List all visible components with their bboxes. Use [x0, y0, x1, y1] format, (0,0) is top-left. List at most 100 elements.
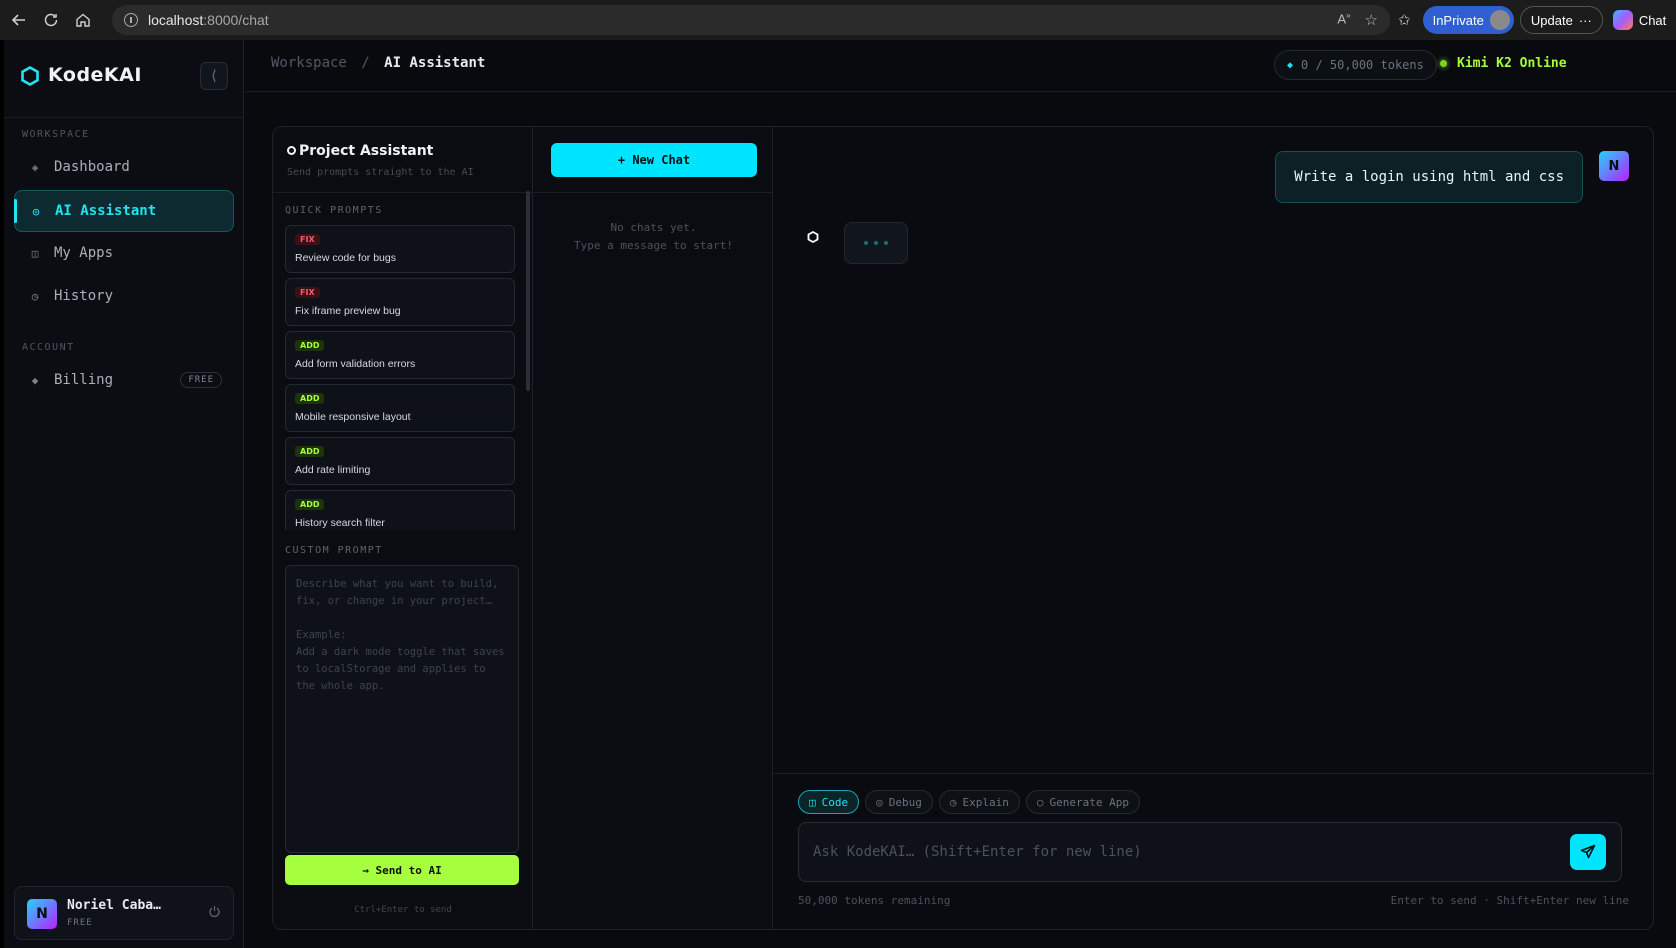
custom-prompt-label: CUSTOM PROMPT	[285, 545, 383, 556]
back-icon[interactable]	[6, 7, 32, 33]
project-assistant-column: Project Assistant Send prompts straight …	[273, 127, 533, 929]
home-icon[interactable]	[70, 7, 96, 33]
send-to-ai-button[interactable]: → Send to AI	[285, 855, 519, 885]
typing-dot	[884, 241, 888, 245]
user-name: Noriel Caba…	[67, 898, 161, 913]
keyboard-hint: Enter to send · Shift+Enter new line	[1390, 894, 1629, 907]
nav-label: Billing	[54, 372, 114, 388]
tokens-remaining: 50,000 tokens remaining	[798, 894, 951, 907]
user-message-avatar: N	[1599, 151, 1629, 181]
favorite-star-icon[interactable]: ☆	[1365, 11, 1378, 29]
fix-tag: FIX	[295, 287, 320, 298]
quick-prompt-item[interactable]: FIX Fix iframe preview bug	[285, 278, 515, 326]
generate-icon: ○	[1036, 795, 1044, 809]
sidebar: KodeKAI ⟨ WORKSPACE ◈ Dashboard ◎ AI Ass…	[4, 40, 244, 948]
clock-icon: ◷	[31, 289, 39, 303]
quick-prompt-item[interactable]: ADD Add form validation errors	[285, 331, 515, 379]
typing-indicator	[844, 222, 908, 264]
code-icon: ◫	[809, 795, 816, 809]
add-tag: ADD	[295, 340, 325, 351]
custom-prompt-textarea[interactable]	[285, 565, 519, 853]
url-host: localhost	[148, 12, 204, 28]
ask-input[interactable]	[813, 823, 1533, 881]
nav-history[interactable]: ◷ History	[14, 275, 234, 317]
logo-row: KodeKAI ⟨	[4, 40, 244, 118]
add-tag: ADD	[295, 393, 325, 404]
empty-line-1: No chats yet.	[610, 221, 697, 234]
nav-ai-assistant[interactable]: ◎ AI Assistant	[14, 190, 234, 232]
breadcrumb-root[interactable]: Workspace	[271, 55, 347, 71]
add-tag: ADD	[295, 446, 325, 457]
quick-prompt-text: Fix iframe preview bug	[295, 305, 401, 317]
nav-billing[interactable]: ◆ Billing FREE	[14, 359, 234, 401]
more-icon: ···	[1578, 12, 1592, 28]
reload-icon[interactable]	[38, 7, 64, 33]
send-paper-plane-icon	[1580, 844, 1596, 859]
nav-label: History	[54, 288, 114, 304]
conversation-column: Write a login using html and css N ◫ Cod…	[774, 127, 1653, 929]
add-tag: ADD	[295, 499, 325, 510]
model-status: Kimi K2 Online	[1440, 56, 1567, 71]
topbar: Workspace / AI Assistant ◆ 0 / 50,000 to…	[245, 40, 1676, 92]
title-text: Project Assistant	[299, 143, 434, 159]
mode-generate-app-button[interactable]: ○ Generate App	[1025, 790, 1140, 814]
address-bar[interactable]: localhost:8000/chat A» ☆	[112, 5, 1390, 35]
empty-line-2: Type a message to start!	[574, 239, 733, 252]
user-card[interactable]: N Noriel Caba… FREE	[14, 886, 234, 940]
quick-prompts-label: QUICK PROMPTS	[285, 205, 383, 216]
quick-prompts-list[interactable]: FIX Review code for bugs FIX Fix iframe …	[285, 225, 515, 530]
copilot-chat-button[interactable]: Chat	[1609, 10, 1670, 30]
mode-code-button[interactable]: ◫ Code	[798, 790, 860, 814]
site-info-icon[interactable]	[124, 13, 138, 27]
breadcrumb: Workspace / AI Assistant	[271, 55, 485, 71]
ai-target-icon: ◎	[32, 204, 40, 218]
quick-prompt-item[interactable]: ADD History search filter	[285, 490, 515, 530]
mode-label: Explain	[962, 795, 1009, 809]
user-plan: FREE	[67, 918, 93, 928]
inprivate-button[interactable]: InPrivate	[1422, 6, 1514, 34]
browser-toolbar: localhost:8000/chat A» ☆ ✩ InPrivate Upd…	[0, 0, 1676, 40]
plan-badge: FREE	[180, 372, 222, 388]
send-message-button[interactable]	[1570, 834, 1606, 870]
nav-my-apps[interactable]: ◫ My Apps	[14, 232, 234, 274]
logout-power-icon[interactable]	[208, 905, 221, 922]
quick-prompt-item[interactable]: FIX Review code for bugs	[285, 225, 515, 273]
project-assistant-subtitle: Send prompts straight to the AI	[287, 167, 474, 178]
read-aloud-icon[interactable]: A»	[1337, 11, 1350, 29]
chats-column: + New Chat No chats yet. Type a message …	[534, 127, 773, 929]
chats-header: + New Chat	[534, 127, 773, 193]
inprivate-label: InPrivate	[1432, 12, 1484, 28]
breadcrumb-separator: /	[361, 55, 370, 71]
mode-debug-button[interactable]: ◎ Debug	[865, 790, 933, 814]
favorites-icon[interactable]: ✩	[1398, 11, 1411, 29]
project-assistant-title: Project Assistant	[287, 143, 433, 159]
fix-tag: FIX	[295, 234, 320, 245]
mode-explain-button[interactable]: ◷ Explain	[938, 790, 1020, 814]
profile-avatar	[1489, 10, 1510, 30]
update-button[interactable]: Update ···	[1519, 6, 1603, 34]
chat-label: Chat	[1638, 12, 1667, 28]
quick-prompt-item[interactable]: ADD Mobile responsive layout	[285, 384, 515, 432]
token-diamond-icon: ◆	[1287, 59, 1294, 71]
quick-prompt-text: Add rate limiting	[295, 464, 371, 476]
url-path: :8000/chat	[203, 12, 269, 28]
ask-input-box	[798, 822, 1622, 882]
quick-prompt-text: Add form validation errors	[295, 358, 416, 370]
assistant-hexagon-icon	[807, 231, 819, 243]
user-message-bubble: Write a login using html and css	[1275, 151, 1583, 203]
nav-dashboard[interactable]: ◈ Dashboard	[14, 146, 234, 188]
new-chat-button[interactable]: + New Chat	[551, 143, 757, 177]
mode-label: Generate App	[1049, 795, 1129, 809]
message-composer: ◫ Code ◎ Debug ◷ Explain ○ Generate App	[774, 773, 1653, 929]
apps-icon: ◫	[31, 246, 39, 260]
account-section-label: ACCOUNT	[22, 342, 75, 353]
user-avatar: N	[27, 899, 57, 929]
update-label: Update	[1530, 12, 1573, 28]
collapse-sidebar-button[interactable]: ⟨	[200, 62, 228, 90]
nav-label: AI Assistant	[55, 203, 157, 219]
nav-label: Dashboard	[54, 159, 130, 175]
workspace-section-label: WORKSPACE	[22, 129, 90, 140]
mode-label: Debug	[888, 795, 922, 809]
quick-prompts-scrollbar[interactable]	[526, 191, 530, 391]
quick-prompt-item[interactable]: ADD Add rate limiting	[285, 437, 515, 485]
